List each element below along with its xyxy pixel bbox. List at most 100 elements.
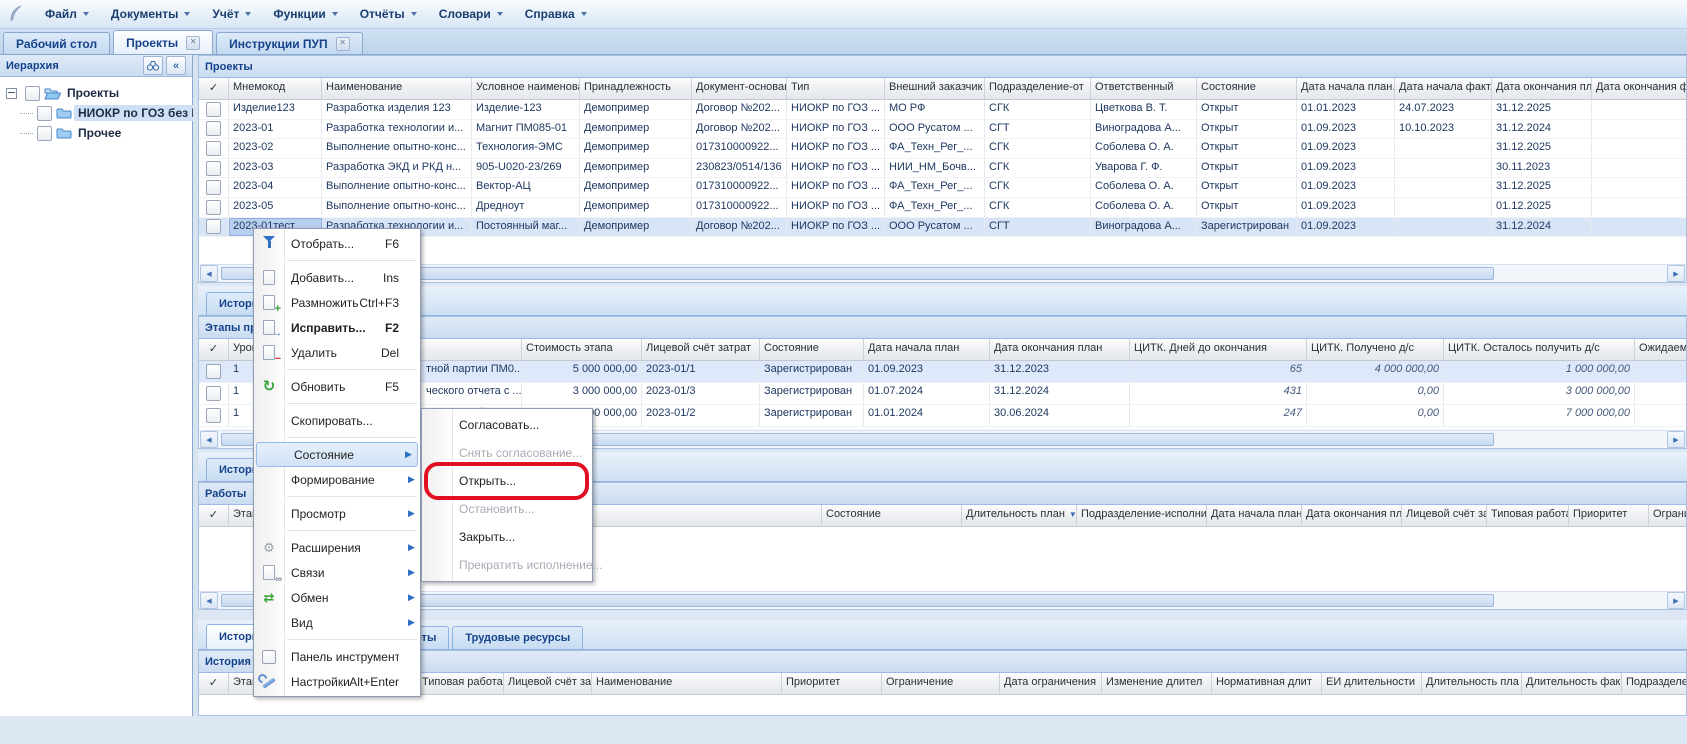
column-header[interactable]: ЦИТК. Дней до окончания (1130, 339, 1307, 360)
submenu-item[interactable]: Остановить... (422, 495, 592, 523)
context-menu-item[interactable]: ▶ (254, 635, 420, 644)
tree-checkbox[interactable] (37, 106, 52, 121)
column-header[interactable]: Ответственный (1091, 78, 1197, 99)
column-header[interactable]: ЦИТК. Получено д/с (1307, 339, 1444, 360)
menubar-item[interactable]: Отчёты (349, 2, 428, 26)
context-menu-item[interactable]: Связи ▶ (254, 560, 420, 585)
menubar-item[interactable]: Справка (514, 2, 598, 26)
scroll-left-icon[interactable] (200, 592, 218, 609)
row-checkbox[interactable] (206, 141, 221, 156)
project-row[interactable]: 2023-01 Разработка технологии и... Магни… (199, 120, 1686, 140)
search-button[interactable] (143, 56, 163, 75)
column-header[interactable]: Дата начала план.▼ (1207, 505, 1302, 526)
context-menu-item[interactable]: Удалить Del ▶ (254, 340, 420, 365)
column-header[interactable]: Состояние (1197, 78, 1297, 99)
column-header[interactable]: ЦИТК. Осталось получить д/с (1444, 339, 1635, 360)
column-header[interactable]: Приоритет (782, 673, 882, 694)
project-row[interactable]: 2023-01тест Разработка технологии и... П… (199, 218, 1686, 238)
row-checkbox[interactable] (206, 219, 221, 234)
main-tab[interactable]: Инструкции ПУП ✕ (216, 32, 362, 54)
scroll-right-icon[interactable] (1667, 592, 1685, 609)
context-menu-item[interactable]: Просмотр ▶ (254, 501, 420, 526)
column-header[interactable]: Тип (787, 78, 885, 99)
column-header[interactable]: ЕИ длительности (1322, 673, 1422, 694)
column-header[interactable]: Нормативная длит (1212, 673, 1322, 694)
column-header[interactable]: Подразделение-ис (1622, 673, 1686, 694)
column-header[interactable]: Дата окончания план (990, 339, 1130, 360)
column-header[interactable]: Приоритет▼ (1569, 505, 1649, 526)
context-menu-item[interactable]: Расширения ▶ (254, 535, 420, 560)
column-header[interactable]: ✓ (199, 78, 229, 99)
main-tab[interactable]: Рабочий стол ✕ (3, 32, 110, 54)
project-row[interactable]: Изделие123 Разработка изделия 123 Издели… (199, 100, 1686, 120)
project-row[interactable]: 2023-05 Выполнение опытно-конс... Дредно… (199, 198, 1686, 218)
column-header[interactable]: Дата начала план (864, 339, 990, 360)
scroll-right-icon[interactable] (1667, 431, 1685, 448)
context-menu-item[interactable]: ▶ (254, 256, 420, 265)
stage-row[interactable]: 1 ческого отчета с ... 3 000 000,00 2023… (199, 383, 1686, 405)
column-header[interactable]: Стоимость этапа (522, 339, 642, 360)
row-checkbox[interactable] (206, 161, 221, 176)
collapse-panel-button[interactable]: « (166, 56, 186, 75)
context-menu-item[interactable]: ▶ (254, 492, 420, 501)
column-header[interactable]: Мнемокод (229, 78, 322, 99)
column-header[interactable]: ✓ (199, 339, 229, 360)
column-header[interactable]: Документ-основан (692, 78, 787, 99)
column-header[interactable]: Состояние (760, 339, 864, 360)
menubar-item[interactable]: Учёт (201, 2, 262, 26)
column-header[interactable]: ✓ (199, 673, 229, 694)
column-header[interactable]: Дата начала факт. (1395, 78, 1492, 99)
context-menu-item[interactable]: Добавить... Ins ▶ (254, 265, 420, 290)
scroll-right-icon[interactable] (1667, 265, 1685, 282)
collapse-node-icon[interactable] (6, 88, 17, 99)
column-header[interactable]: Изменение длител (1102, 673, 1212, 694)
column-header[interactable]: Дата окончания пл (1492, 78, 1592, 99)
column-header[interactable]: Ограничение (882, 673, 1000, 694)
close-icon[interactable]: ✕ (336, 37, 350, 51)
context-menu-item[interactable]: Панель инструментов ▶ (254, 644, 420, 669)
tree-node-niokr[interactable]: НИОКР по ГОЗ без НДС (0, 103, 192, 123)
menubar-item[interactable]: Документы (100, 2, 201, 26)
context-menu-item[interactable]: ▶ (254, 365, 420, 374)
row-checkbox[interactable] (206, 180, 221, 195)
row-checkbox[interactable] (206, 408, 221, 423)
context-menu-item[interactable]: ▶ (254, 526, 420, 535)
tree-node-projects[interactable]: Проекты (0, 83, 192, 103)
tree-checkbox[interactable] (37, 126, 52, 141)
tab[interactable]: Трудовые ресурсы (452, 626, 583, 649)
main-tab[interactable]: Проекты ✕ (113, 30, 213, 54)
column-header[interactable]: Длительность пла (1422, 673, 1522, 694)
context-menu-item[interactable]: Обновить F5 ▶ (254, 374, 420, 399)
project-row[interactable]: 2023-04 Выполнение опытно-конс... Вектор… (199, 178, 1686, 198)
context-menu-item[interactable]: ▶ (254, 433, 420, 442)
column-header[interactable]: Условное наименова (472, 78, 580, 99)
context-menu-item[interactable]: ▶ (254, 399, 420, 408)
context-menu-item[interactable]: Настройки... Alt+Enter ▶ (254, 669, 420, 694)
column-header[interactable]: Подразделение-от (985, 78, 1091, 99)
stage-row[interactable]: 1 тной партии ПМ0... 5 000 000,00 2023-0… (199, 361, 1686, 383)
menubar-item[interactable]: Функции (262, 2, 348, 26)
column-header[interactable]: Дата начала план. (1297, 78, 1395, 99)
column-header[interactable]: Лицевой счёт затрат (642, 339, 760, 360)
submenu-item[interactable]: Согласовать... (422, 411, 592, 439)
context-menu-item[interactable]: Состояние ▶ (256, 442, 418, 467)
row-checkbox[interactable] (206, 121, 221, 136)
column-header[interactable]: Состояние▼ (822, 505, 962, 526)
column-header[interactable]: Ожидаемые (1635, 339, 1686, 360)
row-checkbox[interactable] (206, 102, 221, 117)
column-header[interactable]: Подразделение-исполнитель..▼ (1077, 505, 1207, 526)
column-header[interactable]: Наименование (592, 673, 782, 694)
close-icon[interactable]: ✕ (186, 36, 200, 50)
submenu-item[interactable]: Снять согласование... (422, 439, 592, 467)
scroll-left-icon[interactable] (200, 431, 218, 448)
project-row[interactable]: 2023-03 Разработка ЭКД и РКД н... 905-U0… (199, 159, 1686, 179)
column-header[interactable]: Типовая работа▼ (1487, 505, 1569, 526)
context-menu-item[interactable]: Отобрать... F6 ▶ (254, 231, 420, 256)
column-header[interactable]: Длительность план▼ (962, 505, 1077, 526)
column-header[interactable]: Дата окончания план▼ (1302, 505, 1402, 526)
menubar-item[interactable]: Файл (34, 2, 100, 26)
submenu-item[interactable]: Закрыть... (422, 523, 592, 551)
context-menu-item[interactable]: Вид ▶ (254, 610, 420, 635)
scroll-left-icon[interactable] (200, 265, 218, 282)
column-header[interactable]: Наименование (322, 78, 472, 99)
